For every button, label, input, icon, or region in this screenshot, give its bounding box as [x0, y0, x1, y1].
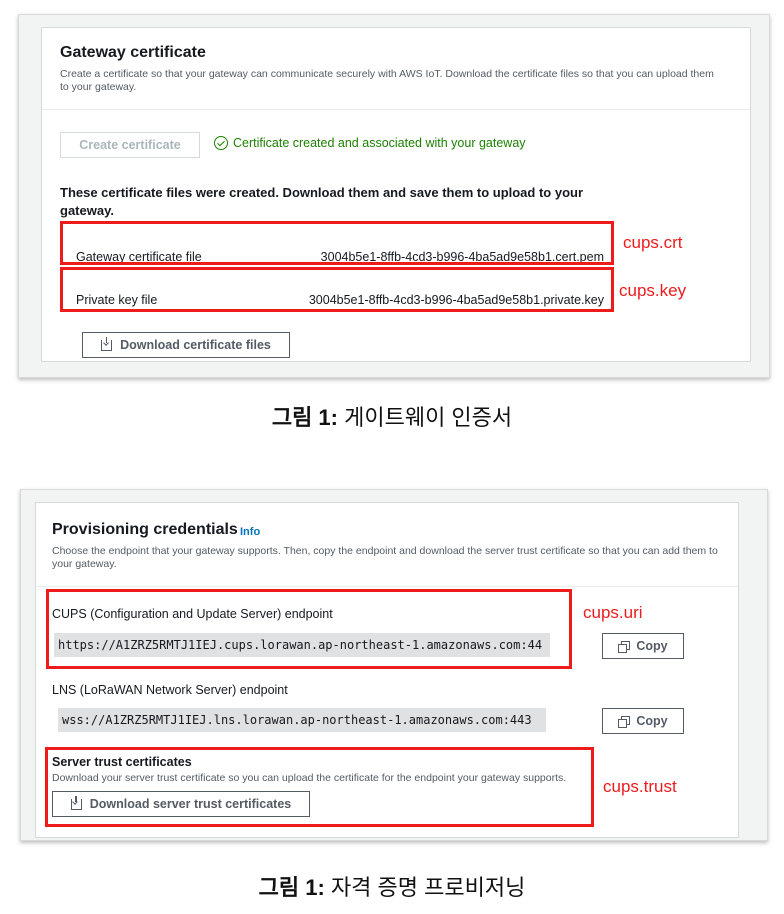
download-label: Download certificate files	[120, 338, 271, 352]
caption-text: 게이트웨이 인증서	[338, 405, 513, 430]
highlight-box-trust	[45, 747, 594, 827]
panel-description: Create a certificate so that your gatewa…	[60, 68, 714, 93]
copy-icon	[618, 715, 631, 728]
annotation-cups-key: cups.key	[619, 281, 687, 300]
download-certificate-files-button[interactable]: Download certificate files	[82, 332, 290, 358]
annotation-cups-trust: cups.trust	[603, 777, 677, 796]
annotation-cups-crt: cups.crt	[623, 233, 683, 252]
files-heading: These certificate files were created. Do…	[60, 185, 584, 218]
check-circle-icon	[214, 136, 228, 150]
panel-description: Choose the endpoint that your gateway su…	[52, 545, 718, 570]
highlight-box-cert	[60, 221, 614, 265]
copy-cups-button[interactable]: Copy	[602, 633, 684, 659]
gateway-certificate-screenshot: Gateway certificate Create a certificate…	[18, 14, 770, 378]
copy-lns-button[interactable]: Copy	[602, 708, 684, 734]
highlight-box-cups	[46, 589, 572, 669]
copy-icon	[618, 640, 631, 653]
panel-title: Provisioning credentials	[52, 521, 238, 538]
panel-title: Gateway certificate	[60, 44, 206, 61]
panel-header: Provisioning credentials Info Choose the…	[36, 503, 738, 587]
figure-caption-1: 그림 1: 게이트웨이 인증서	[0, 400, 784, 432]
lns-endpoint-value: wss://A1ZRZ5RMTJ1IEJ.lns.lorawan.ap-nort…	[58, 708, 546, 732]
highlight-box-key	[60, 267, 614, 312]
figure-caption-2: 그림 1: 자격 증명 프로비저닝	[0, 870, 784, 902]
caption-label: 그림 1:	[258, 875, 325, 900]
create-certificate-button[interactable]: Create certificate	[60, 132, 200, 158]
caption-label: 그림 1:	[271, 405, 338, 430]
copy-label: Copy	[636, 714, 668, 728]
info-link[interactable]: Info	[240, 526, 260, 538]
lns-endpoint-label: LNS (LoRaWAN Network Server) endpoint	[52, 683, 288, 697]
caption-text: 자격 증명 프로비저닝	[324, 875, 526, 900]
annotation-cups-uri: cups.uri	[583, 603, 643, 622]
copy-label: Copy	[636, 639, 668, 653]
download-icon	[101, 336, 113, 351]
panel-header: Gateway certificate Create a certificate…	[42, 28, 750, 110]
success-message: Certificate created and associated with …	[214, 136, 526, 150]
success-text: Certificate created and associated with …	[233, 136, 526, 150]
